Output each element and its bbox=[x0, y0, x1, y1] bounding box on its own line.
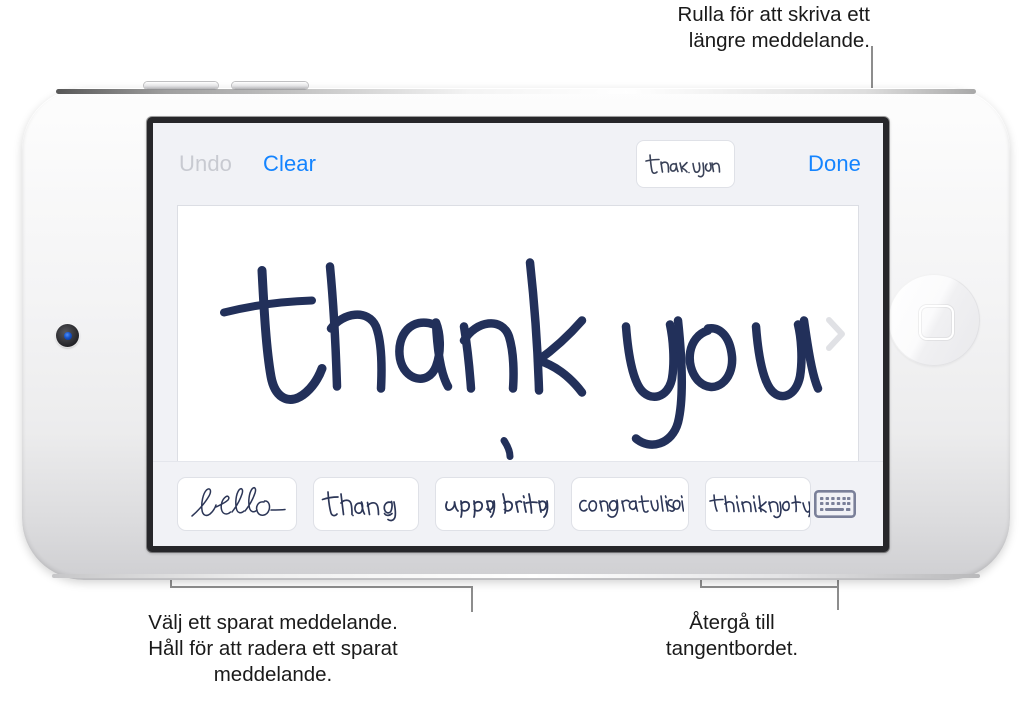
saved-message-congratulations-handwriting bbox=[579, 495, 684, 518]
device-bottom-edge bbox=[52, 574, 980, 578]
home-button[interactable] bbox=[888, 274, 980, 366]
saved-message-happy-birthday-handwriting bbox=[445, 493, 549, 518]
callout-bracket-saved-messages bbox=[170, 586, 473, 588]
callout-bracket-saved-messages-stem-right bbox=[471, 586, 473, 612]
saved-message-hello-handwriting bbox=[191, 486, 286, 517]
home-button-square-icon bbox=[918, 304, 954, 340]
screen-bezel: Undo Clear Done bbox=[147, 117, 889, 552]
handwriting-toolbar: Undo Clear Done bbox=[153, 123, 883, 205]
saved-message-thank-you[interactable] bbox=[313, 477, 419, 531]
saved-message-thank-you-handwriting bbox=[321, 491, 397, 522]
front-camera-icon bbox=[56, 324, 79, 347]
clear-button[interactable]: Clear bbox=[263, 151, 316, 177]
saved-message-congratulations[interactable] bbox=[571, 477, 689, 531]
callout-choose-saved-message: Välj ett sparat meddelande. Håll för att… bbox=[148, 611, 398, 686]
saved-message-thinking-of-you[interactable] bbox=[705, 477, 811, 531]
chevron-right-icon[interactable] bbox=[823, 314, 849, 354]
volume-up-button[interactable] bbox=[144, 82, 218, 89]
handwriting-canvas[interactable] bbox=[177, 205, 859, 461]
done-button[interactable]: Done bbox=[808, 151, 861, 177]
handwriting-ink bbox=[220, 258, 823, 460]
keyboard-icon bbox=[814, 490, 856, 518]
keyboard-button[interactable] bbox=[807, 486, 863, 522]
callout-scroll-to-write: Rulla för att skriva ett längre meddelan… bbox=[677, 3, 870, 52]
saved-message-hello[interactable] bbox=[177, 477, 297, 531]
screen: Undo Clear Done bbox=[153, 123, 883, 546]
saved-message-thinking-of-you-handwriting bbox=[709, 494, 810, 519]
device-top-edge bbox=[56, 89, 976, 94]
saved-message-happy-birthday[interactable] bbox=[435, 477, 555, 531]
callout-bracket-keyboard bbox=[700, 586, 837, 588]
callout-return-to-keyboard: Återgå till tangentbordet. bbox=[665, 611, 799, 660]
saved-message-chip[interactable] bbox=[636, 140, 735, 188]
saved-message-chip-handwriting bbox=[644, 154, 720, 178]
front-camera-lens bbox=[63, 331, 72, 340]
device-body: Undo Clear Done bbox=[22, 82, 1010, 580]
undo-button[interactable]: Undo bbox=[179, 151, 232, 177]
volume-down-button[interactable] bbox=[232, 82, 308, 89]
saved-messages-strip bbox=[153, 461, 883, 546]
